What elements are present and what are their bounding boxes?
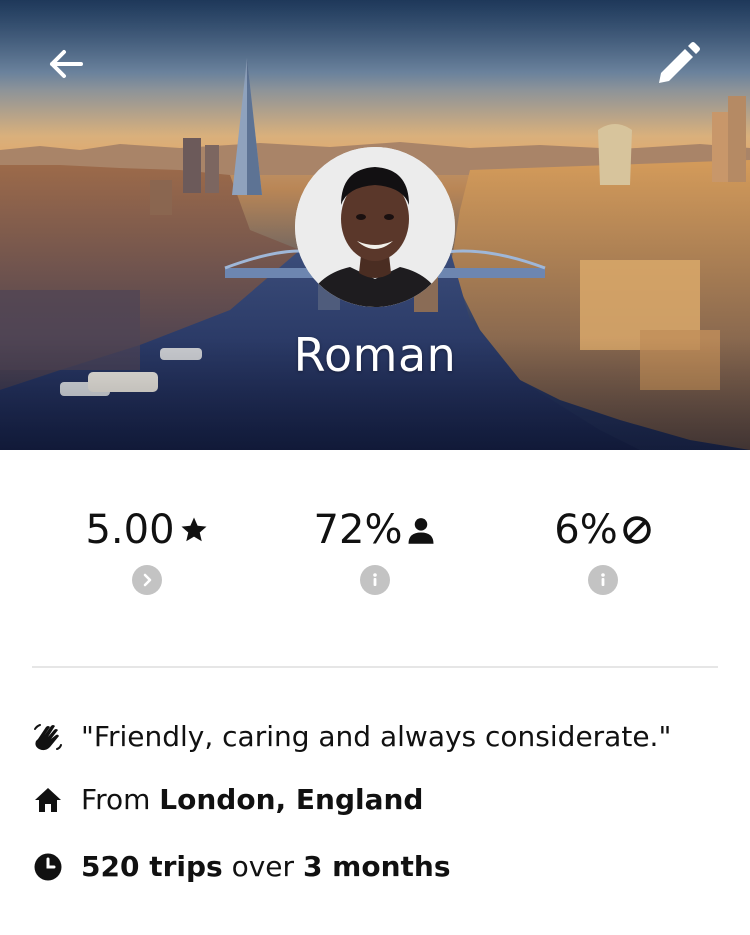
avatar	[295, 147, 455, 307]
avatar-photo	[295, 147, 455, 307]
cancellation-info-button[interactable]	[588, 565, 618, 595]
trips-duration: 3 months	[302, 850, 451, 883]
trips-row: 520 trips over 3 months	[32, 850, 722, 883]
compliment-row: "Friendly, caring and always considerate…	[32, 720, 722, 753]
info-icon	[601, 573, 605, 586]
star-icon	[181, 517, 207, 542]
pencil-icon	[659, 42, 700, 83]
home-icon	[35, 787, 61, 812]
trips-count: 520 trips	[81, 850, 223, 883]
rating-details-button[interactable]	[132, 565, 162, 595]
acceptance-info-button[interactable]	[360, 565, 390, 595]
profile-name: Roman	[293, 328, 457, 382]
rating-stat: 5.00	[47, 505, 247, 595]
waving-hand-icon	[34, 723, 62, 750]
hometown-prefix: From	[81, 783, 160, 816]
trips-mid: over	[222, 850, 303, 883]
person-icon	[408, 518, 434, 544]
hometown-row: From London, England	[32, 783, 722, 816]
divider	[32, 666, 718, 668]
edit-profile-button[interactable]	[650, 36, 706, 92]
clock-icon	[34, 853, 62, 880]
chevron-right-icon	[143, 573, 152, 587]
back-button[interactable]	[38, 36, 94, 92]
rating-value: 5.00	[85, 507, 175, 553]
acceptance-stat: 72%	[275, 505, 475, 595]
compliment-text: "Friendly, caring and always considerate…	[81, 720, 672, 753]
arrow-left-icon	[50, 50, 83, 78]
acceptance-value: 72%	[313, 507, 403, 553]
info-icon	[373, 573, 377, 586]
cancellation-stat: 6%	[503, 505, 703, 595]
cancellation-value: 6%	[554, 507, 618, 553]
prohibited-icon	[622, 516, 651, 544]
hometown-location: London, England	[159, 783, 424, 816]
cover-header: Roman	[0, 0, 750, 450]
